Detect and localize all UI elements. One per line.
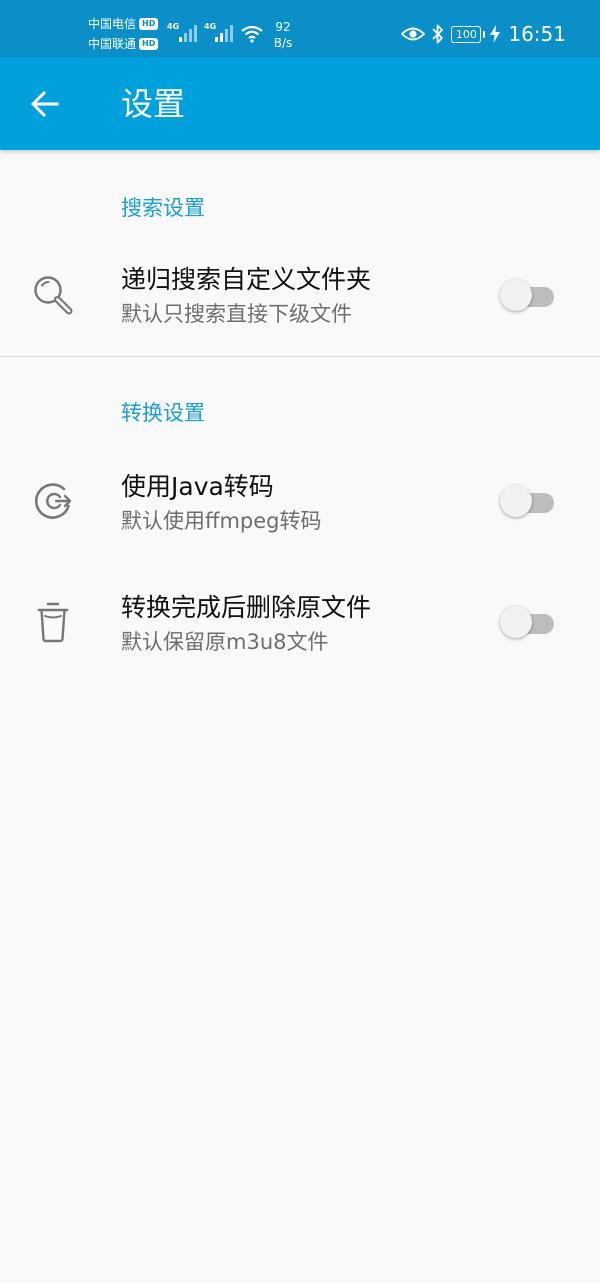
status-bar: 中国电信 HD 中国联通 HD 4G 4G 92 B/s 100 16:51: [0, 0, 600, 57]
status-right-group: 100 16:51: [401, 20, 566, 48]
pref-summary: 默认保留原m3u8文件: [121, 630, 329, 654]
pref-title: 转换完成后删除原文件: [121, 593, 372, 622]
eye-icon: [401, 27, 426, 41]
arrow-back-icon: [30, 90, 59, 118]
page-title: 设置: [121, 85, 186, 123]
convert-icon: [34, 483, 72, 519]
switch-thumb: [500, 485, 532, 517]
signal-icon: [179, 25, 197, 42]
switch-thumb: [500, 606, 532, 638]
signal-icon: [215, 25, 233, 42]
pref-delete-original[interactable]: 转换完成后删除原文件 默认保留原m3u8文件: [0, 579, 600, 669]
search-icon: [34, 276, 73, 315]
pref-java-transcode[interactable]: 使用Java转码 默认使用ffmpeg转码: [0, 458, 600, 548]
pref-title: 递归搜索自定义文件夹: [121, 265, 372, 294]
pref-title: 使用Java转码: [121, 472, 274, 501]
back-button[interactable]: [20, 79, 70, 129]
java-transcode-toggle[interactable]: [500, 483, 556, 519]
section-header-search: 搜索设置: [121, 196, 205, 220]
network-speed-unit: B/s: [273, 36, 293, 50]
wifi-icon: [241, 25, 263, 43]
carrier-2: 中国联通 HD: [88, 37, 159, 51]
network-speed: 92 B/s: [269, 19, 297, 51]
clock: 16:51: [508, 22, 566, 46]
hd-badge: HD: [139, 38, 159, 50]
network-speed-value: 92: [275, 20, 291, 34]
carrier-1-label: 中国电信: [88, 17, 137, 31]
section-header-convert: 转换设置: [121, 401, 205, 425]
pref-recursive-search[interactable]: 递归搜索自定义文件夹 默认只搜索直接下级文件: [0, 252, 600, 342]
delete-original-toggle[interactable]: [500, 604, 556, 640]
section-divider: [0, 356, 600, 357]
trash-icon: [37, 602, 69, 643]
carrier-1: 中国电信 HD: [88, 17, 159, 31]
pref-summary: 默认使用ffmpeg转码: [121, 509, 322, 533]
battery-icon: 100: [451, 25, 486, 43]
recursive-search-toggle[interactable]: [500, 277, 556, 313]
pref-summary: 默认只搜索直接下级文件: [121, 302, 352, 326]
app-bar: 设置: [0, 57, 600, 150]
charging-icon: [490, 25, 501, 43]
carrier-2-label: 中国联通: [88, 37, 137, 51]
bluetooth-icon: [432, 24, 444, 44]
hd-badge: HD: [139, 18, 159, 30]
switch-thumb: [500, 279, 532, 311]
